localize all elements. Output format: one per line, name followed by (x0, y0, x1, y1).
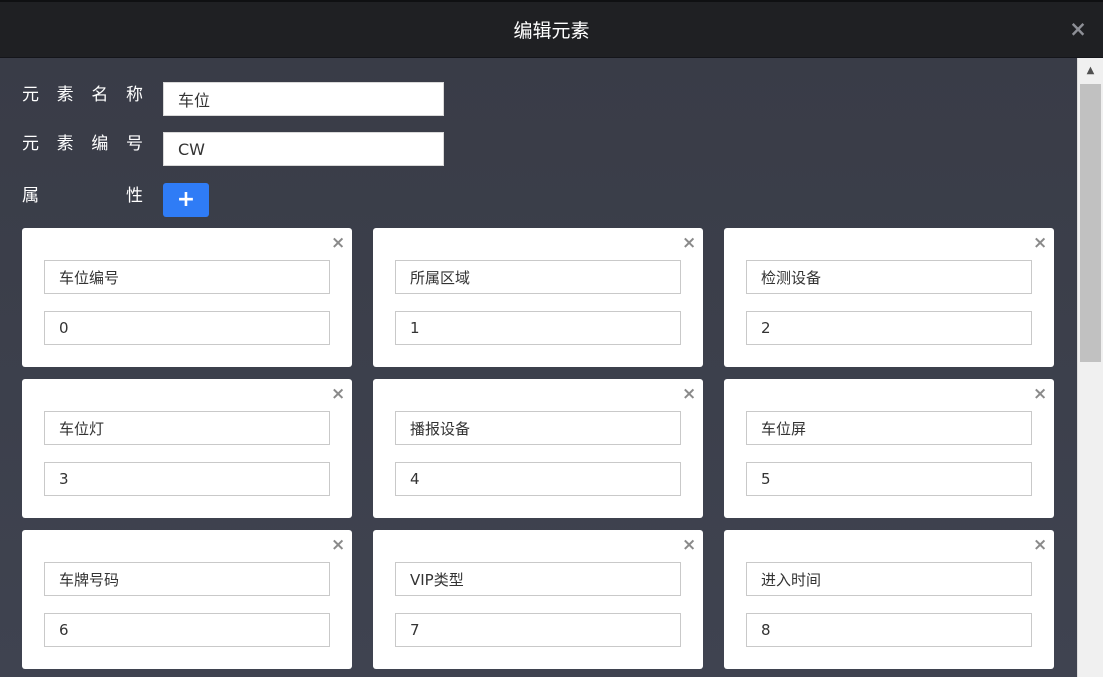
attribute-name-input[interactable] (746, 562, 1032, 596)
element-code-label: 元 素 编 号 (22, 134, 143, 154)
attribute-name-input[interactable] (44, 411, 330, 445)
scroll-up-arrow-icon[interactable]: ▲ (1078, 58, 1103, 82)
remove-attribute-icon[interactable]: × (682, 383, 696, 405)
attribute-value-input[interactable] (746, 613, 1032, 647)
vertical-scrollbar[interactable]: ▲ (1077, 58, 1103, 677)
attribute-value-input[interactable] (44, 462, 330, 496)
dialog-title: 编辑元素 (513, 20, 590, 42)
attribute-name-input[interactable] (44, 562, 330, 596)
attribute-card: × (22, 530, 352, 669)
attributes-label: 属 性 (22, 186, 143, 206)
element-name-label: 元 素 名 称 (22, 85, 143, 105)
attribute-value-input[interactable] (395, 311, 681, 345)
attribute-card: × (22, 228, 352, 367)
remove-attribute-icon[interactable]: × (682, 232, 696, 254)
close-icon[interactable]: × (1069, 18, 1087, 40)
attribute-name-input[interactable] (44, 260, 330, 294)
add-attribute-button[interactable]: + (163, 183, 209, 217)
element-code-input[interactable] (163, 132, 444, 166)
attribute-name-input[interactable] (395, 562, 681, 596)
remove-attribute-icon[interactable]: × (1033, 232, 1047, 254)
dialog-body: 元 素 名 称 元 素 编 号 属 性 + × × (0, 58, 1077, 677)
dialog-header: 编辑元素 × (0, 0, 1103, 58)
attribute-name-input[interactable] (746, 260, 1032, 294)
attribute-value-input[interactable] (44, 613, 330, 647)
attribute-card: × (724, 228, 1054, 367)
attribute-value-input[interactable] (395, 613, 681, 647)
scroll-thumb[interactable] (1080, 84, 1101, 362)
attribute-name-input[interactable] (746, 411, 1032, 445)
attribute-card: × (373, 379, 703, 518)
remove-attribute-icon[interactable]: × (331, 232, 345, 254)
remove-attribute-icon[interactable]: × (1033, 534, 1047, 556)
attribute-name-input[interactable] (395, 260, 681, 294)
attribute-value-input[interactable] (746, 462, 1032, 496)
remove-attribute-icon[interactable]: × (682, 534, 696, 556)
attribute-card: × (22, 379, 352, 518)
attribute-card: × (724, 379, 1054, 518)
remove-attribute-icon[interactable]: × (1033, 383, 1047, 405)
attribute-card: × (373, 530, 703, 669)
remove-attribute-icon[interactable]: × (331, 534, 345, 556)
element-name-input[interactable] (163, 82, 444, 116)
attribute-name-input[interactable] (395, 411, 681, 445)
attribute-value-input[interactable] (395, 462, 681, 496)
attribute-value-input[interactable] (746, 311, 1032, 345)
attribute-value-input[interactable] (44, 311, 330, 345)
attribute-card: × (373, 228, 703, 367)
attribute-card: × (724, 530, 1054, 669)
edit-element-dialog: 编辑元素 × 元 素 名 称 元 素 编 号 属 性 + × (0, 0, 1103, 677)
remove-attribute-icon[interactable]: × (331, 383, 345, 405)
